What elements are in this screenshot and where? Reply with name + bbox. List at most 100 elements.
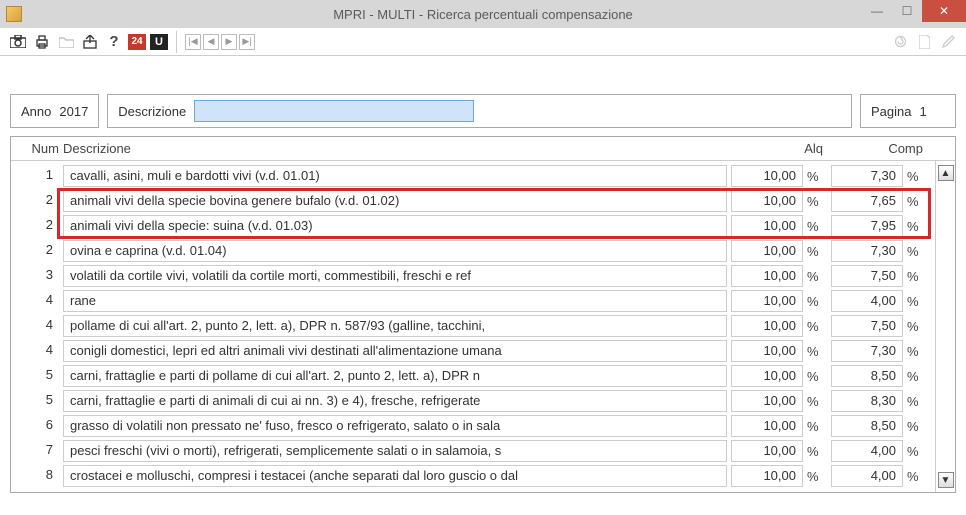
percent-symbol: % — [807, 269, 827, 284]
record-nav: |◀ ◀ ▶ ▶| — [185, 34, 255, 50]
help-icon[interactable]: ? — [104, 32, 124, 52]
percent-symbol: % — [907, 394, 927, 409]
cell-comp: 7,30 — [831, 240, 903, 262]
cell-comp: 8,50 — [831, 365, 903, 387]
scroll-top-button[interactable]: ▲ — [938, 165, 954, 181]
nav-last-button[interactable]: ▶| — [239, 34, 255, 50]
badge-24[interactable]: 24 — [128, 34, 146, 50]
table-row[interactable]: 1cavalli, asini, muli e bardotti vivi (v… — [19, 164, 927, 188]
attach-icon[interactable] — [890, 32, 910, 52]
cell-alq: 10,00 — [731, 215, 803, 237]
table-row[interactable]: 2animali vivi della specie bovina genere… — [19, 189, 927, 213]
percent-symbol: % — [807, 169, 827, 184]
percent-symbol: % — [807, 369, 827, 384]
nav-prev-button[interactable]: ◀ — [203, 34, 219, 50]
badge-u[interactable]: U — [150, 34, 168, 50]
close-button[interactable]: ✕ — [922, 0, 966, 22]
cell-alq: 10,00 — [731, 365, 803, 387]
cell-num: 5 — [19, 365, 59, 387]
cell-comp: 4,00 — [831, 465, 903, 487]
grid-header: Num Descrizione Alq Comp — [11, 137, 955, 161]
cell-alq: 10,00 — [731, 240, 803, 262]
cell-alq: 10,00 — [731, 190, 803, 212]
folder-icon[interactable] — [56, 32, 76, 52]
cell-comp: 4,00 — [831, 290, 903, 312]
cell-descrizione: pollame di cui all'art. 2, punto 2, lett… — [63, 315, 727, 337]
anno-box: Anno 2017 — [10, 94, 99, 128]
vertical-scroll: ▲ ▼ — [935, 161, 955, 492]
percent-symbol: % — [907, 244, 927, 259]
table-row[interactable]: 4conigli domestici, lepri ed altri anima… — [19, 339, 927, 363]
cell-alq: 10,00 — [731, 290, 803, 312]
percent-symbol: % — [807, 319, 827, 334]
col-num[interactable]: Num — [19, 141, 59, 156]
minimize-button[interactable]: — — [862, 0, 892, 22]
table-row[interactable]: 4pollame di cui all'art. 2, punto 2, let… — [19, 314, 927, 338]
cell-num: 3 — [19, 265, 59, 287]
nav-next-button[interactable]: ▶ — [221, 34, 237, 50]
cell-alq: 10,00 — [731, 315, 803, 337]
percent-symbol: % — [807, 294, 827, 309]
cell-alq: 10,00 — [731, 415, 803, 437]
percent-symbol: % — [907, 219, 927, 234]
cell-comp: 4,00 — [831, 440, 903, 462]
cell-alq: 10,00 — [731, 390, 803, 412]
anno-label: Anno — [21, 104, 51, 119]
document-icon[interactable] — [914, 32, 934, 52]
table-row[interactable]: 7pesci freschi (vivi o morti), refrigera… — [19, 439, 927, 463]
percent-symbol: % — [907, 369, 927, 384]
titlebar: MPRI - MULTI - Ricerca percentuali compe… — [0, 0, 966, 28]
percent-symbol: % — [807, 444, 827, 459]
cell-comp: 7,65 — [831, 190, 903, 212]
cell-descrizione: carni, frattaglie e parti di animali di … — [63, 390, 727, 412]
cell-alq: 10,00 — [731, 265, 803, 287]
anno-value: 2017 — [59, 104, 88, 119]
cell-num: 2 — [19, 190, 59, 212]
col-descrizione[interactable]: Descrizione — [63, 141, 747, 156]
col-alq[interactable]: Alq — [751, 141, 823, 156]
percent-symbol: % — [807, 244, 827, 259]
data-grid: Num Descrizione Alq Comp 1cavalli, asini… — [10, 136, 956, 493]
table-row[interactable]: 3volatili da cortile vivi, volatili da c… — [19, 264, 927, 288]
table-row[interactable]: 4rane10,00%4,00% — [19, 289, 927, 313]
export-icon[interactable] — [80, 32, 100, 52]
edit-icon[interactable] — [938, 32, 958, 52]
percent-symbol: % — [807, 419, 827, 434]
cell-comp: 7,30 — [831, 340, 903, 362]
content-area: Anno 2017 Descrizione Pagina 1 Num Descr… — [0, 56, 966, 499]
cell-alq: 10,00 — [731, 465, 803, 487]
pagina-box: Pagina 1 — [860, 94, 956, 128]
scroll-bottom-button[interactable]: ▼ — [938, 472, 954, 488]
col-comp[interactable]: Comp — [851, 141, 923, 156]
cell-num: 1 — [19, 165, 59, 187]
cell-alq: 10,00 — [731, 440, 803, 462]
table-row[interactable]: 2ovina e caprina (v.d. 01.04)10,00%7,30% — [19, 239, 927, 263]
toolbar-separator — [176, 31, 177, 53]
percent-symbol: % — [907, 269, 927, 284]
pagina-value: 1 — [919, 104, 926, 119]
window-title: MPRI - MULTI - Ricerca percentuali compe… — [333, 7, 633, 22]
table-row[interactable]: 2animali vivi della specie: suina (v.d. … — [19, 214, 927, 238]
percent-symbol: % — [907, 344, 927, 359]
descrizione-input[interactable] — [194, 100, 474, 122]
table-row[interactable]: 5carni, frattaglie e parti di pollame di… — [19, 364, 927, 388]
cell-descrizione: ovina e caprina (v.d. 01.04) — [63, 240, 727, 262]
pagina-label: Pagina — [871, 104, 911, 119]
table-row[interactable]: 5carni, frattaglie e parti di animali di… — [19, 389, 927, 413]
nav-first-button[interactable]: |◀ — [185, 34, 201, 50]
maximize-button[interactable]: ☐ — [892, 0, 922, 22]
print-icon[interactable] — [32, 32, 52, 52]
cell-num: 4 — [19, 340, 59, 362]
cell-comp: 7,50 — [831, 315, 903, 337]
table-row[interactable]: 8crostacei e molluschi, compresi i testa… — [19, 464, 927, 488]
camera-icon[interactable] — [8, 32, 28, 52]
percent-symbol: % — [907, 419, 927, 434]
table-row[interactable]: 6grasso di volatili non pressato ne' fus… — [19, 414, 927, 438]
window-controls: — ☐ ✕ — [862, 0, 966, 28]
percent-symbol: % — [907, 444, 927, 459]
percent-symbol: % — [807, 344, 827, 359]
cell-descrizione: carni, frattaglie e parti di pollame di … — [63, 365, 727, 387]
percent-symbol: % — [807, 394, 827, 409]
cell-num: 7 — [19, 440, 59, 462]
cell-num: 4 — [19, 315, 59, 337]
